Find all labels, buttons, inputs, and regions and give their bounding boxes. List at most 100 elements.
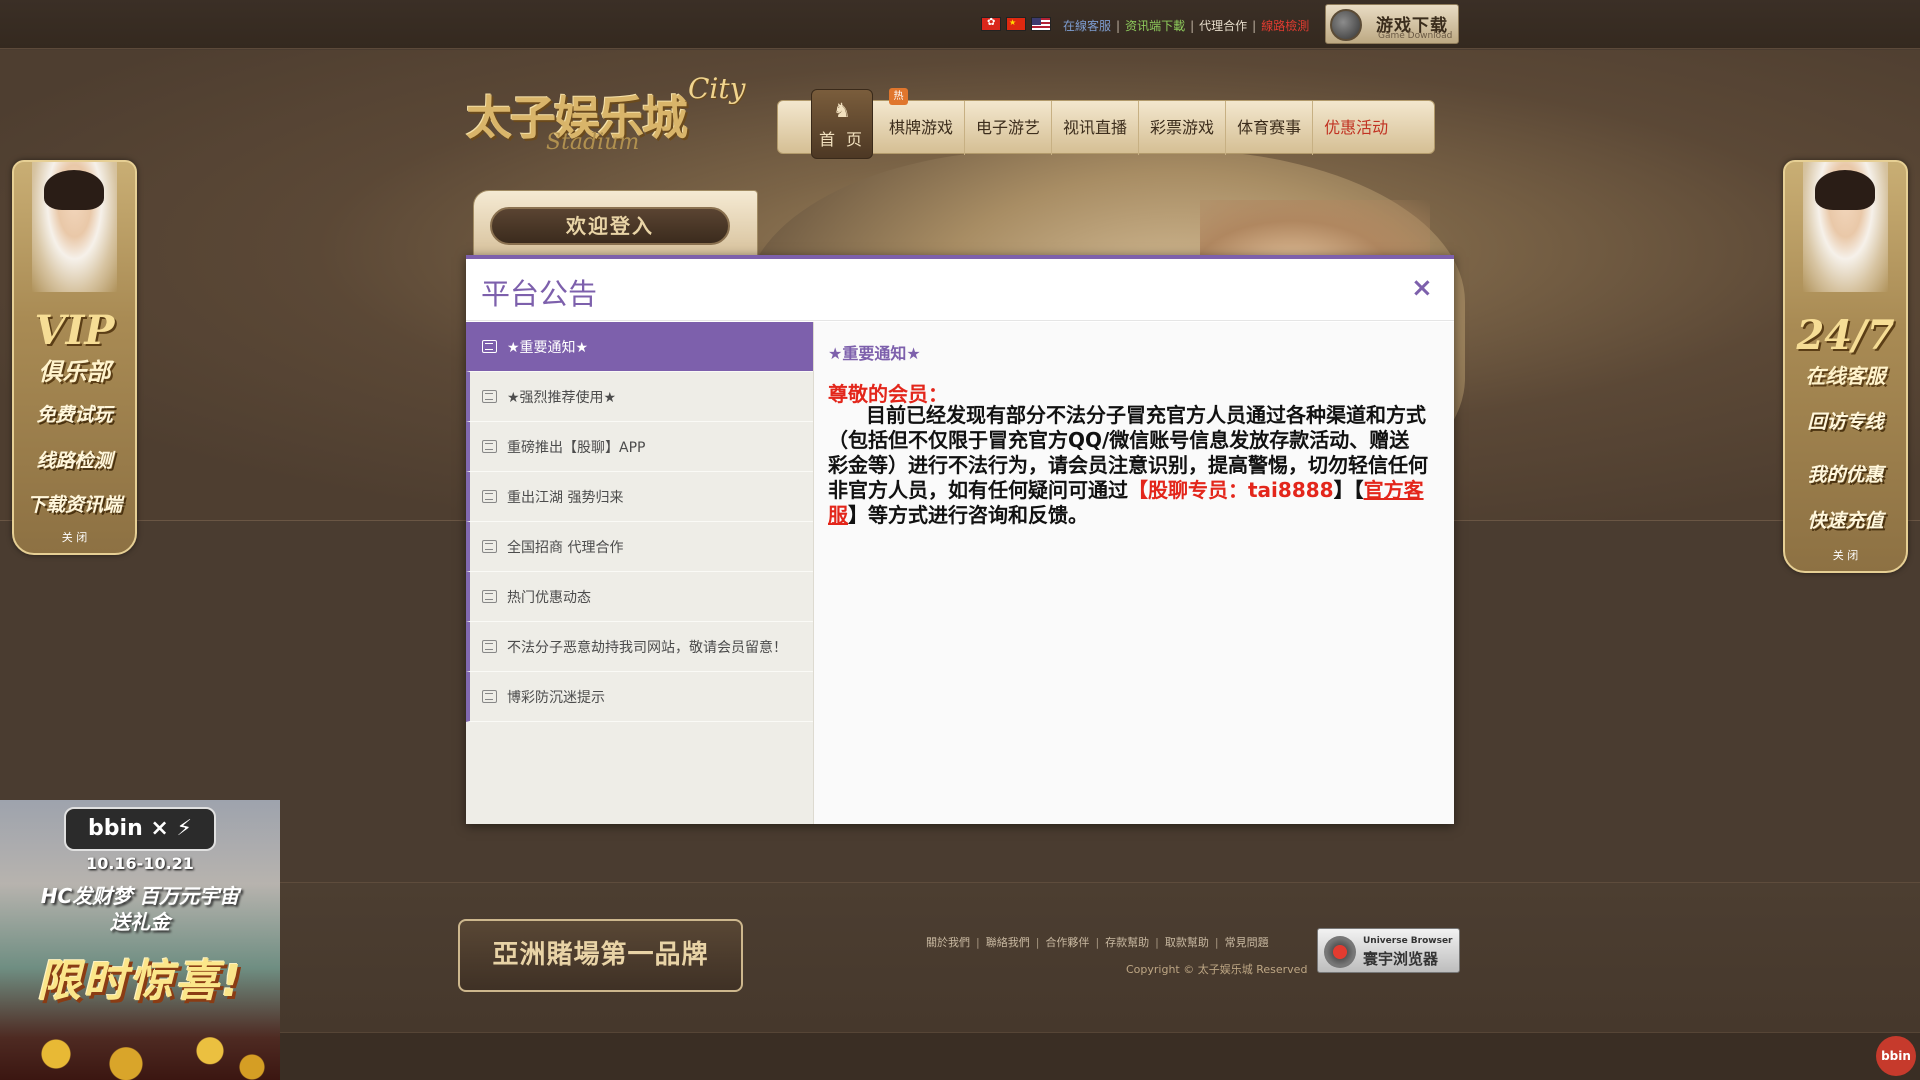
modal-title: 平台公告 [481, 277, 598, 311]
callback-line-link[interactable]: 回访专线 [1785, 407, 1906, 434]
promo-ad[interactable]: bbin × ⚡ 10.16-10.21 HC发财梦 百万元宇宙 送礼金 限时惊… [0, 800, 280, 1080]
announcement-item[interactable]: 重磅推出【股聊】APP [466, 422, 813, 472]
hk-flag-icon[interactable] [981, 17, 1001, 31]
gold-coins-image [0, 1015, 280, 1080]
line-check-link[interactable]: 線路檢測 [1261, 19, 1309, 33]
message-icon [482, 340, 497, 353]
browser-name-cn: 寰宇浏览器 [1363, 950, 1439, 968]
agent-link[interactable]: 代理合作 [1199, 19, 1247, 33]
content-title: ★重要通知★ [828, 344, 921, 363]
nav-items: 棋牌游戏 电子游艺 视讯直播 彩票游戏 体育赛事 优惠活动 [878, 101, 1399, 155]
left-panel-close-button[interactable]: 关 闭 [14, 529, 135, 545]
line-check-side-link[interactable]: 线路检测 [14, 446, 135, 473]
announcement-item-label: 重出江湖 强势归来 [507, 489, 624, 506]
logo-sub: Stadium [546, 130, 640, 155]
nav-item-lottery[interactable]: 彩票游戏 [1139, 101, 1227, 155]
footer-links: 關於我們 | 聯絡我們 | 合作夥伴 | 存款幫助 | 取款幫助 | 常見問題 [926, 936, 1269, 949]
vip-title[interactable]: VIP [14, 307, 135, 354]
right-panel-close-button[interactable]: 关 闭 [1785, 547, 1906, 563]
announcement-modal: 平台公告 × ★重要通知★ ★强烈推荐使用★ 重磅推出【股聊】APP 重出江湖 … [466, 255, 1454, 824]
modal-header: 平台公告 × [466, 259, 1454, 321]
nav-item-sports[interactable]: 体育赛事 [1226, 101, 1314, 155]
horse-icon: ♞ [833, 98, 851, 122]
footer [0, 882, 1920, 1032]
content-body-end: 】等方式进行咨询和反馈。 [848, 503, 1088, 527]
message-icon [482, 540, 497, 553]
announcement-item[interactable]: 重出江湖 强势归来 [466, 472, 813, 522]
promo-date: 10.16-10.21 [86, 854, 194, 873]
footer-link-partners[interactable]: 合作夥伴 [1045, 936, 1089, 949]
nav-item-chess[interactable]: 棋牌游戏 [878, 101, 966, 155]
browser-name-en: Universe Browser [1363, 936, 1453, 946]
footer-link-withdraw-help[interactable]: 取款幫助 [1165, 936, 1209, 949]
footer-link-faq[interactable]: 常見問題 [1225, 936, 1269, 949]
hostess-hair [1815, 170, 1875, 210]
cn-flag-icon[interactable] [1006, 17, 1026, 31]
announcement-item-label: 不法分子恶意劫持我司网站，敬请会员留意！ [507, 639, 787, 656]
app-download-link[interactable]: 资讯端下載 [1125, 19, 1185, 33]
hot-badge: 热 [889, 88, 908, 105]
left-float-panel: VIP 俱乐部 免费试玩 线路检测 下载资讯端 关 闭 [12, 160, 137, 555]
content-body: 目前已经发现有部分不法分子冒充官方人员通过各种渠道和方式（包括但不仅限于冒充官方… [828, 403, 1428, 528]
main-nav: ♞ 首 页 棋牌游戏 电子游艺 视讯直播 彩票游戏 体育赛事 优惠活动 [777, 89, 1435, 159]
announcement-content: ★重要通知★ 尊敬的会员： 目前已经发现有部分不法分子冒充官方人员通过各种渠道和… [814, 322, 1454, 824]
announcement-item-label: ★强烈推荐使用★ [507, 389, 617, 406]
language-flags [981, 17, 1051, 31]
announcement-item-label: 重磅推出【股聊】APP [507, 439, 646, 456]
nav-home[interactable]: ♞ 首 页 [811, 89, 873, 159]
message-icon [482, 390, 497, 403]
brand-slogan: 亞洲賭場第一品牌 [458, 919, 743, 992]
download-subtitle: Game Download [1378, 31, 1453, 41]
message-icon [482, 490, 497, 503]
announcement-item[interactable]: 全国招商 代理合作 [466, 522, 813, 572]
footer-link-contact[interactable]: 聯絡我們 [986, 936, 1030, 949]
promo-headline: 限时惊喜! [36, 956, 244, 1007]
announcement-item[interactable]: 热门优惠动态 [466, 572, 813, 622]
announcement-item[interactable]: 不法分子恶意劫持我司网站，敬请会员留意！ [466, 622, 813, 672]
content-highlight: 【股聊专员：tai8888 [1128, 478, 1334, 502]
welcome-login-button[interactable]: 欢迎登入 [490, 207, 730, 245]
bbin-badge[interactable]: bbin [1876, 1036, 1916, 1076]
top-links: 在線客服 | 资讯端下載 | 代理合作 | 線路檢測 [1063, 19, 1310, 33]
message-icon [482, 640, 497, 653]
top-bar: 在線客服|资讯端下載|代理合作|線路檢測 游戏下载 Game Download [0, 0, 1920, 49]
nav-item-live[interactable]: 视讯直播 [1052, 101, 1140, 155]
browser-icon [1324, 936, 1356, 968]
nav-item-slots[interactable]: 电子游艺 [965, 101, 1053, 155]
announcement-list: ★重要通知★ ★强烈推荐使用★ 重磅推出【股聊】APP 重出江湖 强势归来 全国… [466, 322, 814, 824]
game-download-button[interactable]: 游戏下载 Game Download [1325, 4, 1459, 44]
announcement-item[interactable]: 博彩防沉迷提示 [466, 672, 813, 722]
message-icon [482, 590, 497, 603]
promo-line2: 送礼金 [110, 910, 170, 934]
announcement-item-label: 热门优惠动态 [507, 589, 591, 606]
announcement-item-label: 博彩防沉迷提示 [507, 689, 605, 706]
footer-link-about[interactable]: 關於我們 [926, 936, 970, 949]
bbin-logo: bbin × ⚡ [64, 807, 216, 851]
download-client-link[interactable]: 下载资讯端 [14, 490, 135, 517]
universe-browser-button[interactable]: Universe Browser 寰宇浏览器 [1317, 928, 1460, 973]
right-float-panel: 24/7 在线客服 回访专线 我的优惠 快速充值 关 闭 [1783, 160, 1908, 573]
online-service-link[interactable]: 在線客服 [1063, 19, 1111, 33]
announcement-item[interactable]: ★重要通知★ [466, 322, 813, 372]
copyright: Copyright © 太子娱乐城 Reserved [1126, 963, 1308, 976]
site-logo[interactable]: 太子娱乐城 City Stadium [466, 70, 766, 160]
message-icon [482, 440, 497, 453]
us-flag-icon[interactable] [1031, 17, 1051, 31]
announcement-item[interactable]: ★强烈推荐使用★ [466, 372, 813, 422]
logo-city: City [688, 72, 746, 105]
service-247-badge[interactable]: 24/7 [1785, 312, 1906, 359]
footer-link-deposit-help[interactable]: 存款幫助 [1105, 936, 1149, 949]
my-offers-link[interactable]: 我的优惠 [1785, 460, 1906, 487]
club-title[interactable]: 俱乐部 [14, 352, 135, 387]
message-icon [482, 690, 497, 703]
nav-home-label: 首 页 [818, 130, 866, 149]
quick-recharge-link[interactable]: 快速充值 [1785, 506, 1906, 533]
content-bracket: 】【 [1333, 478, 1364, 502]
free-trial-link[interactable]: 免费试玩 [14, 400, 135, 427]
online-service-title[interactable]: 在线客服 [1785, 360, 1906, 389]
nav-item-promotions[interactable]: 优惠活动 [1313, 101, 1399, 155]
announcement-item-label: ★重要通知★ [507, 339, 589, 356]
close-icon[interactable]: × [1411, 273, 1433, 303]
announcement-item-label: 全国招商 代理合作 [507, 539, 624, 556]
login-bar: 欢迎登入 [473, 190, 758, 260]
